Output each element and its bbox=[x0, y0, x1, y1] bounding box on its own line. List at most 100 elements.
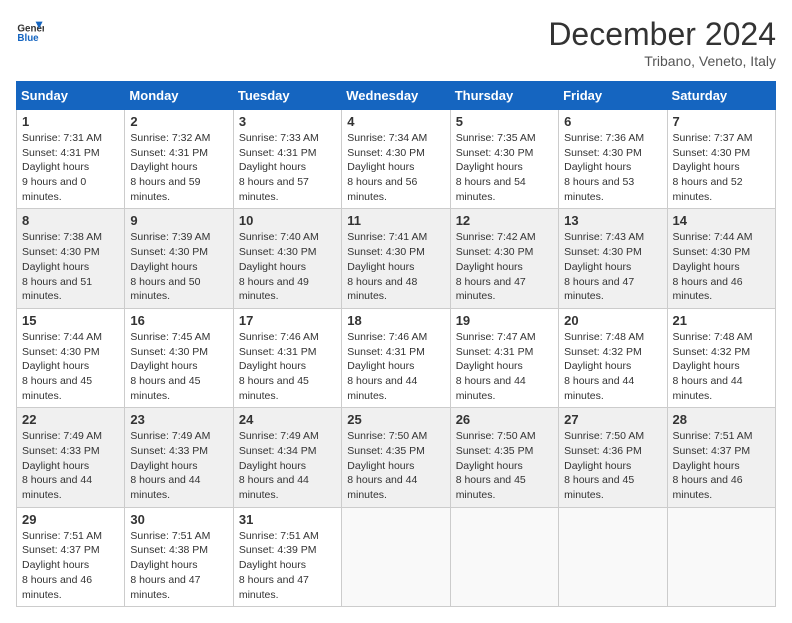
day-info: Sunrise: 7:48 AM Sunset: 4:32 PM Dayligh… bbox=[673, 330, 770, 403]
day-number: 7 bbox=[673, 114, 770, 129]
day-number: 19 bbox=[456, 313, 553, 328]
day-info: Sunrise: 7:40 AM Sunset: 4:30 PM Dayligh… bbox=[239, 230, 336, 303]
day-info: Sunrise: 7:49 AM Sunset: 4:34 PM Dayligh… bbox=[239, 429, 336, 502]
calendar-week-row: 29 Sunrise: 7:51 AM Sunset: 4:37 PM Dayl… bbox=[17, 507, 776, 606]
day-info: Sunrise: 7:48 AM Sunset: 4:32 PM Dayligh… bbox=[564, 330, 661, 403]
day-info: Sunrise: 7:39 AM Sunset: 4:30 PM Dayligh… bbox=[130, 230, 227, 303]
calendar-cell: 2 Sunrise: 7:32 AM Sunset: 4:31 PM Dayli… bbox=[125, 110, 233, 209]
day-info: Sunrise: 7:34 AM Sunset: 4:30 PM Dayligh… bbox=[347, 131, 444, 204]
calendar-cell bbox=[342, 507, 450, 606]
day-info: Sunrise: 7:51 AM Sunset: 4:38 PM Dayligh… bbox=[130, 529, 227, 602]
day-number: 30 bbox=[130, 512, 227, 527]
day-number: 21 bbox=[673, 313, 770, 328]
day-number: 24 bbox=[239, 412, 336, 427]
calendar-week-row: 22 Sunrise: 7:49 AM Sunset: 4:33 PM Dayl… bbox=[17, 408, 776, 507]
calendar-cell: 24 Sunrise: 7:49 AM Sunset: 4:34 PM Dayl… bbox=[233, 408, 341, 507]
svg-text:Blue: Blue bbox=[17, 33, 39, 44]
calendar-cell: 21 Sunrise: 7:48 AM Sunset: 4:32 PM Dayl… bbox=[667, 308, 775, 407]
calendar-cell: 31 Sunrise: 7:51 AM Sunset: 4:39 PM Dayl… bbox=[233, 507, 341, 606]
day-number: 6 bbox=[564, 114, 661, 129]
day-number: 27 bbox=[564, 412, 661, 427]
day-info: Sunrise: 7:51 AM Sunset: 4:37 PM Dayligh… bbox=[22, 529, 119, 602]
day-number: 5 bbox=[456, 114, 553, 129]
day-number: 15 bbox=[22, 313, 119, 328]
day-number: 17 bbox=[239, 313, 336, 328]
calendar-cell: 12 Sunrise: 7:42 AM Sunset: 4:30 PM Dayl… bbox=[450, 209, 558, 308]
calendar-week-row: 15 Sunrise: 7:44 AM Sunset: 4:30 PM Dayl… bbox=[17, 308, 776, 407]
calendar-cell: 6 Sunrise: 7:36 AM Sunset: 4:30 PM Dayli… bbox=[559, 110, 667, 209]
day-info: Sunrise: 7:46 AM Sunset: 4:31 PM Dayligh… bbox=[239, 330, 336, 403]
day-number: 28 bbox=[673, 412, 770, 427]
day-number: 12 bbox=[456, 213, 553, 228]
day-info: Sunrise: 7:50 AM Sunset: 4:35 PM Dayligh… bbox=[347, 429, 444, 502]
month-title: December 2024 bbox=[548, 16, 776, 53]
calendar-cell: 5 Sunrise: 7:35 AM Sunset: 4:30 PM Dayli… bbox=[450, 110, 558, 209]
day-info: Sunrise: 7:38 AM Sunset: 4:30 PM Dayligh… bbox=[22, 230, 119, 303]
page-header: General Blue December 2024 Tribano, Vene… bbox=[16, 16, 776, 69]
col-saturday: Saturday bbox=[667, 82, 775, 110]
day-info: Sunrise: 7:33 AM Sunset: 4:31 PM Dayligh… bbox=[239, 131, 336, 204]
calendar-cell: 14 Sunrise: 7:44 AM Sunset: 4:30 PM Dayl… bbox=[667, 209, 775, 308]
day-number: 26 bbox=[456, 412, 553, 427]
day-info: Sunrise: 7:31 AM Sunset: 4:31 PM Dayligh… bbox=[22, 131, 119, 204]
calendar-cell: 17 Sunrise: 7:46 AM Sunset: 4:31 PM Dayl… bbox=[233, 308, 341, 407]
day-info: Sunrise: 7:50 AM Sunset: 4:35 PM Dayligh… bbox=[456, 429, 553, 502]
day-number: 16 bbox=[130, 313, 227, 328]
col-friday: Friday bbox=[559, 82, 667, 110]
calendar-cell: 9 Sunrise: 7:39 AM Sunset: 4:30 PM Dayli… bbox=[125, 209, 233, 308]
calendar-cell: 26 Sunrise: 7:50 AM Sunset: 4:35 PM Dayl… bbox=[450, 408, 558, 507]
calendar-cell: 4 Sunrise: 7:34 AM Sunset: 4:30 PM Dayli… bbox=[342, 110, 450, 209]
calendar-cell bbox=[450, 507, 558, 606]
day-info: Sunrise: 7:43 AM Sunset: 4:30 PM Dayligh… bbox=[564, 230, 661, 303]
day-info: Sunrise: 7:44 AM Sunset: 4:30 PM Dayligh… bbox=[673, 230, 770, 303]
day-number: 20 bbox=[564, 313, 661, 328]
day-info: Sunrise: 7:36 AM Sunset: 4:30 PM Dayligh… bbox=[564, 131, 661, 204]
day-info: Sunrise: 7:49 AM Sunset: 4:33 PM Dayligh… bbox=[22, 429, 119, 502]
day-info: Sunrise: 7:41 AM Sunset: 4:30 PM Dayligh… bbox=[347, 230, 444, 303]
day-info: Sunrise: 7:32 AM Sunset: 4:31 PM Dayligh… bbox=[130, 131, 227, 204]
logo-icon: General Blue bbox=[16, 16, 44, 44]
calendar-cell: 27 Sunrise: 7:50 AM Sunset: 4:36 PM Dayl… bbox=[559, 408, 667, 507]
calendar-week-row: 8 Sunrise: 7:38 AM Sunset: 4:30 PM Dayli… bbox=[17, 209, 776, 308]
logo: General Blue bbox=[16, 16, 44, 44]
calendar-cell: 19 Sunrise: 7:47 AM Sunset: 4:31 PM Dayl… bbox=[450, 308, 558, 407]
calendar-cell bbox=[559, 507, 667, 606]
day-info: Sunrise: 7:51 AM Sunset: 4:39 PM Dayligh… bbox=[239, 529, 336, 602]
calendar-cell: 30 Sunrise: 7:51 AM Sunset: 4:38 PM Dayl… bbox=[125, 507, 233, 606]
location: Tribano, Veneto, Italy bbox=[548, 53, 776, 69]
calendar-cell: 8 Sunrise: 7:38 AM Sunset: 4:30 PM Dayli… bbox=[17, 209, 125, 308]
calendar-cell: 3 Sunrise: 7:33 AM Sunset: 4:31 PM Dayli… bbox=[233, 110, 341, 209]
calendar-cell: 18 Sunrise: 7:46 AM Sunset: 4:31 PM Dayl… bbox=[342, 308, 450, 407]
day-number: 22 bbox=[22, 412, 119, 427]
calendar-cell: 28 Sunrise: 7:51 AM Sunset: 4:37 PM Dayl… bbox=[667, 408, 775, 507]
day-number: 3 bbox=[239, 114, 336, 129]
day-info: Sunrise: 7:46 AM Sunset: 4:31 PM Dayligh… bbox=[347, 330, 444, 403]
col-tuesday: Tuesday bbox=[233, 82, 341, 110]
day-number: 31 bbox=[239, 512, 336, 527]
day-info: Sunrise: 7:44 AM Sunset: 4:30 PM Dayligh… bbox=[22, 330, 119, 403]
calendar-cell: 16 Sunrise: 7:45 AM Sunset: 4:30 PM Dayl… bbox=[125, 308, 233, 407]
day-number: 2 bbox=[130, 114, 227, 129]
calendar-cell: 22 Sunrise: 7:49 AM Sunset: 4:33 PM Dayl… bbox=[17, 408, 125, 507]
title-block: December 2024 Tribano, Veneto, Italy bbox=[548, 16, 776, 69]
day-number: 10 bbox=[239, 213, 336, 228]
day-number: 14 bbox=[673, 213, 770, 228]
calendar-cell: 25 Sunrise: 7:50 AM Sunset: 4:35 PM Dayl… bbox=[342, 408, 450, 507]
day-number: 11 bbox=[347, 213, 444, 228]
day-info: Sunrise: 7:47 AM Sunset: 4:31 PM Dayligh… bbox=[456, 330, 553, 403]
calendar-cell: 20 Sunrise: 7:48 AM Sunset: 4:32 PM Dayl… bbox=[559, 308, 667, 407]
calendar-week-row: 1 Sunrise: 7:31 AM Sunset: 4:31 PM Dayli… bbox=[17, 110, 776, 209]
day-info: Sunrise: 7:45 AM Sunset: 4:30 PM Dayligh… bbox=[130, 330, 227, 403]
day-number: 9 bbox=[130, 213, 227, 228]
day-number: 4 bbox=[347, 114, 444, 129]
day-info: Sunrise: 7:37 AM Sunset: 4:30 PM Dayligh… bbox=[673, 131, 770, 204]
col-sunday: Sunday bbox=[17, 82, 125, 110]
day-info: Sunrise: 7:42 AM Sunset: 4:30 PM Dayligh… bbox=[456, 230, 553, 303]
day-info: Sunrise: 7:51 AM Sunset: 4:37 PM Dayligh… bbox=[673, 429, 770, 502]
day-info: Sunrise: 7:35 AM Sunset: 4:30 PM Dayligh… bbox=[456, 131, 553, 204]
day-info: Sunrise: 7:49 AM Sunset: 4:33 PM Dayligh… bbox=[130, 429, 227, 502]
day-info: Sunrise: 7:50 AM Sunset: 4:36 PM Dayligh… bbox=[564, 429, 661, 502]
col-thursday: Thursday bbox=[450, 82, 558, 110]
day-number: 18 bbox=[347, 313, 444, 328]
day-number: 25 bbox=[347, 412, 444, 427]
